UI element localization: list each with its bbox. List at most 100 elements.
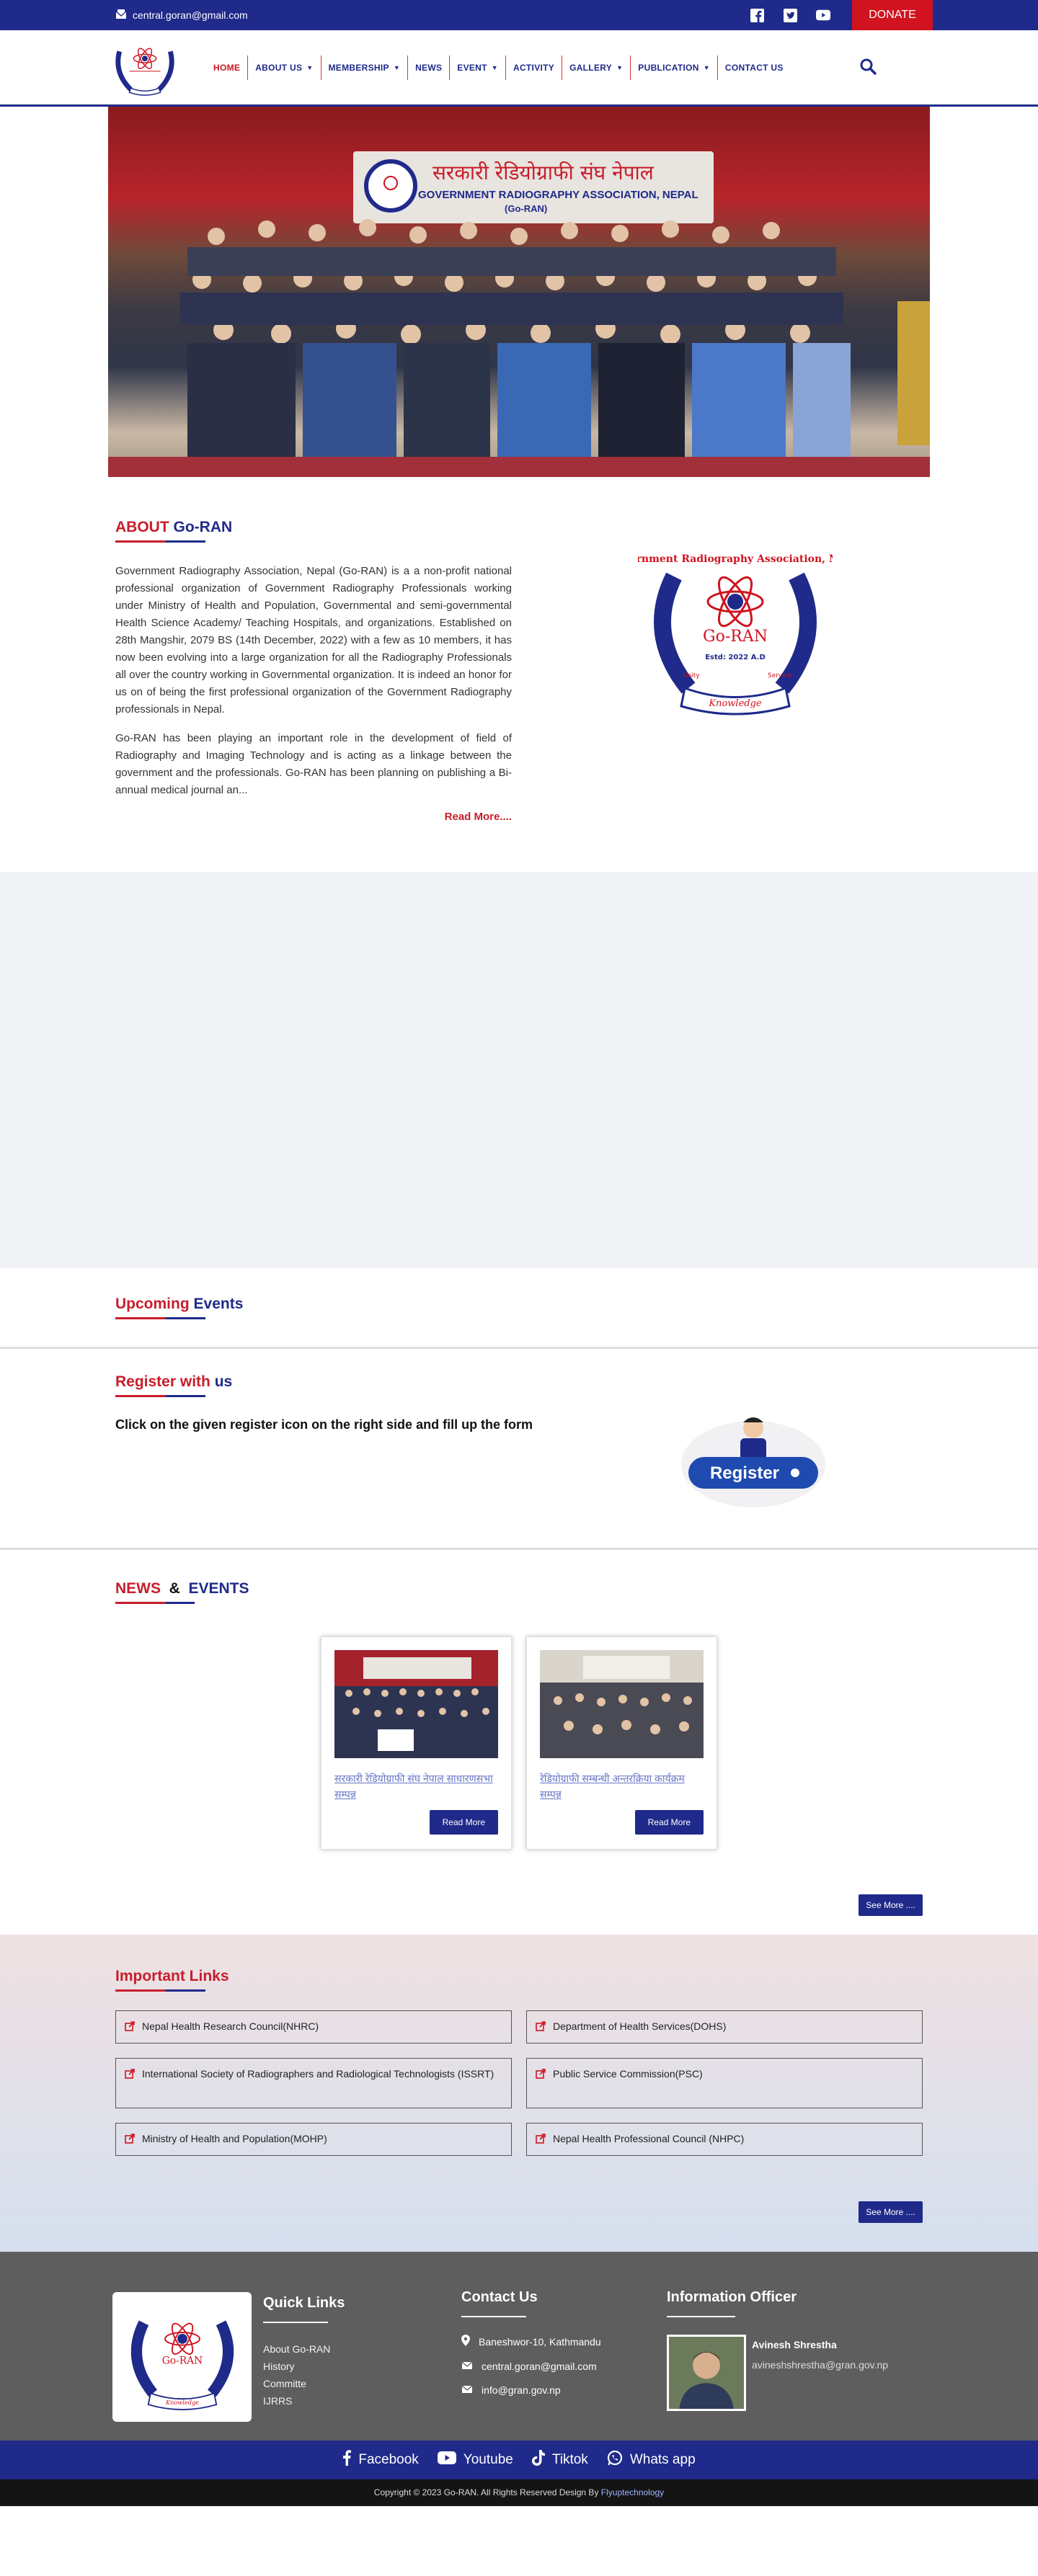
site-logo[interactable] <box>110 30 180 104</box>
banner-nepali-text: सरकारी रेडियोग्राफी संघ नेपाल <box>432 161 654 184</box>
quick-link-about[interactable]: About Go-RAN <box>263 2340 345 2358</box>
svg-text:Go-RAN: Go-RAN <box>161 2355 203 2366</box>
about-section: ABOUT Go-RAN Government Radiography Asso… <box>115 519 923 823</box>
title-underline <box>115 1989 923 1992</box>
social-youtube-link[interactable]: Youtube <box>437 2451 513 2469</box>
svg-text:Unity: Unity <box>683 672 700 679</box>
information-officer: Information Officer Avinesh Shrestha avi… <box>667 2289 888 2411</box>
nav-item-gallery[interactable]: GALLERY ▼ <box>562 55 630 80</box>
news-card-caption[interactable]: रेडियोग्राफी सम्बन्धी अन्तरक्रिया कार्यक… <box>540 1770 704 1802</box>
links-see-more-button[interactable]: See More .... <box>859 2201 923 2223</box>
quick-links: Quick Links About Go-RAN History Committ… <box>263 2295 345 2410</box>
nav-item-publication[interactable]: PUBLICATION ▼ <box>630 55 717 80</box>
important-link[interactable]: Public Service Commission(PSC) <box>526 2058 923 2108</box>
register-section: Register with us Click on the given regi… <box>115 1349 923 1548</box>
register-button[interactable]: Register <box>674 1407 833 1515</box>
contact-us: Contact Us Baneshwor-10, Kathmandu centr… <box>461 2289 601 2396</box>
svg-text:Service: Service <box>768 672 792 679</box>
nav-item-news[interactable]: NEWS <box>407 55 449 80</box>
social-tiktok-link[interactable]: Tiktok <box>531 2450 588 2470</box>
about-paragraph-2: Go-RAN has been playing an important rol… <box>115 732 512 796</box>
links-title: Important Links <box>115 1968 229 1984</box>
caret-down-icon: ▼ <box>393 63 401 71</box>
important-links-section: Important Links Nepal Health Research Co… <box>0 1935 1038 2252</box>
important-link[interactable]: International Society of Radiographers a… <box>115 2058 512 2108</box>
search-icon[interactable] <box>859 58 879 78</box>
important-link[interactable]: Nepal Health Professional Council (NHPC) <box>526 2123 923 2156</box>
important-link[interactable]: Department of Health Services(DOHS) <box>526 2010 923 2044</box>
svg-text:Estd: 2022 A.D: Estd: 2022 A.D <box>705 654 766 661</box>
copyright-bar: Copyright © 2023 Go-RAN. All Rights Rese… <box>0 2479 1038 2506</box>
contact-email[interactable]: central.goran@gmail.com <box>461 2360 601 2372</box>
facebook-icon[interactable] <box>750 8 764 22</box>
youtube-icon <box>437 2451 456 2469</box>
mail-icon <box>461 2360 473 2372</box>
contact-address: Baneshwor-10, Kathmandu <box>461 2335 601 2348</box>
tiktok-icon <box>531 2450 545 2470</box>
go-ran-emblem: Government Radiography Association, Nepa… <box>638 553 833 716</box>
news-card[interactable]: रेडियोग्राफी सम्बन्धी अन्तरक्रिया कार्यक… <box>526 1636 717 1850</box>
svg-text:Government Radiography Associa: Government Radiography Association, Nepa… <box>638 553 833 565</box>
news-section: NEWS & EVENTS सरकारी रेडियोग्राफी संघ ने… <box>115 1550 923 1935</box>
contact-email-2[interactable]: info@gran.gov.np <box>461 2384 601 2396</box>
news-see-more-button[interactable]: See More .... <box>859 1894 923 1916</box>
officer-name: Avinesh Shrestha <box>752 2339 837 2350</box>
external-link-icon <box>536 2021 546 2031</box>
quick-link-ijrrs[interactable]: IJRRS <box>263 2392 345 2410</box>
banner-abbr-text: (Go-RAN) <box>505 203 548 214</box>
footer-logo[interactable]: Go-RAN Knowledge <box>112 2292 252 2422</box>
news-card-caption[interactable]: सरकारी रेडियोग्राफी संघ नेपाल साधारणसभा … <box>334 1770 498 1802</box>
svg-text:Go-RAN: Go-RAN <box>703 628 768 646</box>
empty-content-block <box>0 872 1038 1268</box>
quick-link-history[interactable]: History <box>263 2358 345 2375</box>
news-read-more-button[interactable]: Read More <box>634 1810 704 1835</box>
officer-email[interactable]: avineshshrestha@gran.gov.np <box>752 2359 888 2371</box>
nav-item-contact-us[interactable]: CONTACT US <box>717 55 791 80</box>
news-card[interactable]: सरकारी रेडियोग्राफी संघ नेपाल साधारणसभा … <box>321 1636 512 1850</box>
external-link-icon <box>125 2069 135 2079</box>
caret-down-icon: ▼ <box>306 63 314 71</box>
news-read-more-button[interactable]: Read More <box>429 1810 498 1835</box>
news-title: NEWS & EVENTS <box>115 1580 249 1597</box>
nav-item-about-us[interactable]: ABOUT US ▼ <box>247 55 320 80</box>
site-header: HOME ABOUT US ▼ MEMBERSHIP ▼ NEWS EVENT ▼ ACTIVI… <box>0 30 1038 107</box>
top-email[interactable]: central.goran@gmail.com <box>115 9 248 22</box>
designer-link[interactable]: Flyuptechnology <box>601 2487 664 2497</box>
nav-item-activity[interactable]: ACTIVITY <box>505 55 562 80</box>
external-link-icon <box>125 2021 135 2031</box>
quick-link-committee[interactable]: Committe <box>263 2375 345 2392</box>
social-facebook-link[interactable]: Facebook <box>342 2450 419 2470</box>
donate-button[interactable]: DONATE <box>852 0 933 30</box>
stage-floor <box>108 457 930 477</box>
about-title: ABOUT Go-RAN <box>115 519 233 535</box>
nav-item-membership[interactable]: MEMBERSHIP ▼ <box>320 55 408 80</box>
officer-photo <box>667 2335 746 2411</box>
important-link[interactable]: Ministry of Health and Population(MOHP) <box>115 2123 512 2156</box>
caret-down-icon: ▼ <box>703 63 710 71</box>
mail-icon <box>115 9 127 22</box>
twitter-icon[interactable] <box>783 8 797 22</box>
location-pin-icon <box>461 2335 470 2348</box>
hero-image: सरकारी रेडियोग्राफी संघ नेपाल GOVERNMENT… <box>108 107 930 477</box>
title-underline <box>115 1395 923 1397</box>
about-read-more-link[interactable]: Read More.... <box>115 811 512 823</box>
title-underline <box>115 1602 923 1604</box>
social-bar: Facebook Youtube Tiktok Whats app <box>0 2441 1038 2479</box>
news-card-image <box>540 1650 704 1758</box>
facebook-icon <box>342 2450 352 2470</box>
whatsapp-icon <box>607 2450 623 2470</box>
upcoming-title: Upcoming Events <box>115 1296 244 1312</box>
mail-icon <box>461 2384 473 2396</box>
group-photo-people <box>180 219 851 477</box>
nav-item-home[interactable]: HOME <box>213 55 247 80</box>
social-whatsapp-link[interactable]: Whats app <box>607 2450 696 2470</box>
hero-banner: सरकारी रेडियोग्राफी संघ नेपाल GOVERNMENT… <box>353 151 714 223</box>
youtube-icon[interactable] <box>816 8 830 22</box>
site-footer: Go-RAN Knowledge Quick Links About Go-RA… <box>0 2252 1038 2441</box>
nav-item-event[interactable]: EVENT ▼ <box>449 55 505 80</box>
title-underline <box>115 1317 923 1319</box>
svg-text:Knowledge: Knowledge <box>708 698 762 709</box>
register-title: Register with us <box>115 1373 233 1390</box>
important-link[interactable]: Nepal Health Research Council(NHRC) <box>115 2010 512 2044</box>
title-underline <box>115 540 512 543</box>
